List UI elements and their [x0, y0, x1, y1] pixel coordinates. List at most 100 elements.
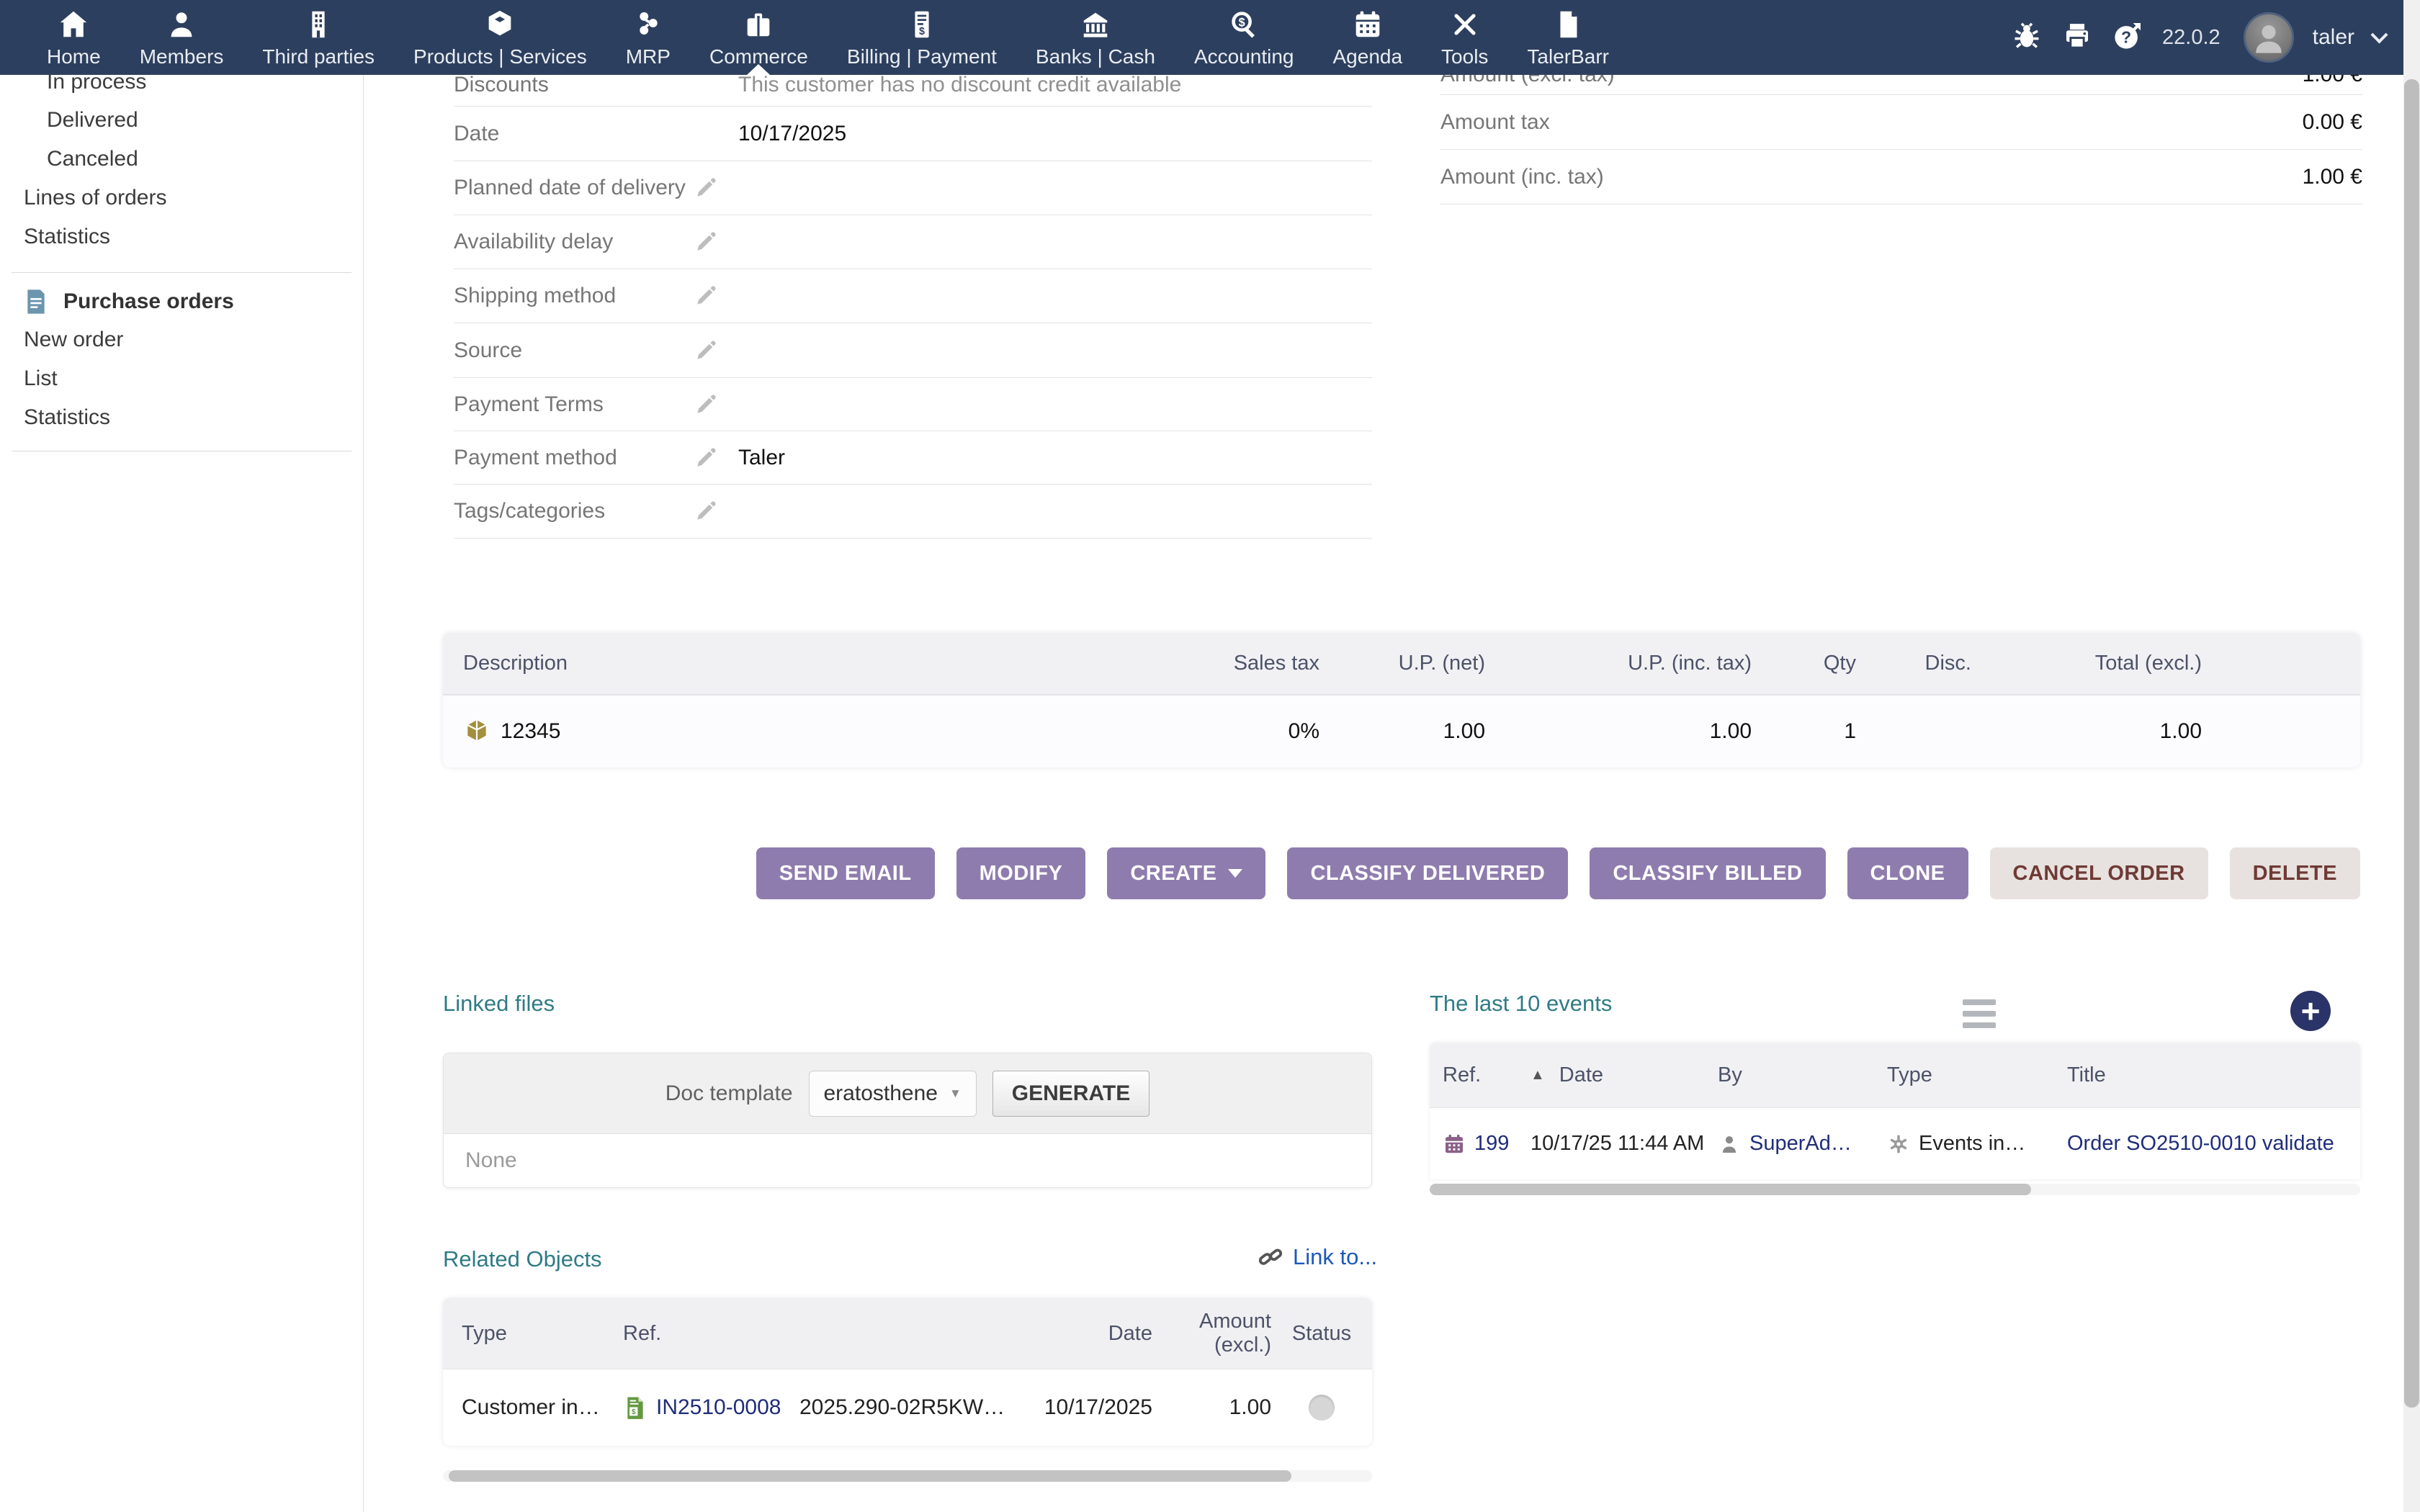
sidebar-item-new-order[interactable]: New order: [24, 328, 123, 352]
total-row-amount-inc: Amount (inc. tax) 1.00 €: [1440, 150, 2362, 204]
user-avatar[interactable]: [2244, 12, 2294, 63]
sidebar-section-purchase-orders[interactable]: Purchase orders: [22, 285, 234, 318]
nav-products-services[interactable]: Products | Services: [394, 0, 606, 75]
purchase-orders-icon: [22, 285, 50, 318]
chevron-down-icon[interactable]: [2370, 26, 2388, 43]
edit-pencil-icon[interactable]: [694, 499, 718, 523]
nav-third-parties[interactable]: Third parties: [243, 0, 394, 75]
events-horizontal-scrollbar[interactable]: [1430, 1184, 2360, 1195]
top-navbar: Home Members Third parties Products | Se…: [0, 0, 2420, 75]
create-caret-icon: [1228, 869, 1242, 878]
event-user-icon: [1718, 1133, 1741, 1156]
create-button[interactable]: CREATE: [1107, 847, 1265, 899]
help-icon[interactable]: ?: [2112, 20, 2143, 55]
edit-pencil-icon[interactable]: [694, 446, 718, 470]
field-row-availability-delay: Availability delay: [454, 215, 1372, 269]
event-title-link[interactable]: Order SO2510-0010 validate: [2067, 1132, 2334, 1156]
events-menu-icon[interactable]: [1963, 999, 1996, 1028]
sidebar-item-delivered[interactable]: Delivered: [47, 108, 138, 132]
field-row-payment-method: Payment method Taler: [454, 431, 1372, 485]
edit-pencil-icon[interactable]: [694, 284, 718, 308]
link-to-action[interactable]: Link to...: [1257, 1243, 1377, 1271]
field-row-source: Source: [454, 323, 1372, 378]
dolibarr-order-page: Home Members Third parties Products | Se…: [0, 0, 2420, 1512]
event-date: 10/17/25 11:44 AM: [1531, 1132, 1718, 1156]
related-type: Customer in…: [443, 1395, 623, 1420]
related-ref-link[interactable]: IN2510-0008: [656, 1395, 781, 1420]
nav-banks-cash[interactable]: Banks | Cash: [1016, 0, 1175, 75]
discounts-value: This customer has no discount credit ava…: [738, 73, 1372, 97]
nav-home[interactable]: Home: [27, 0, 120, 75]
sort-asc-icon: ▲: [1531, 1067, 1545, 1084]
generate-button[interactable]: GENERATE: [992, 1071, 1150, 1117]
send-email-button[interactable]: SEND EMAIL: [756, 847, 935, 899]
related-objects-title: Related Objects: [443, 1246, 602, 1272]
related-objects-header: Type Ref. Date Amount(excl.) Status: [443, 1298, 1372, 1369]
doc-template-label: Doc template: [666, 1081, 793, 1106]
nav-agenda[interactable]: Agenda: [1314, 0, 1422, 75]
field-row-tags-categories: Tags/categories: [454, 485, 1372, 539]
field-row-planned-delivery: Planned date of delivery: [454, 161, 1372, 215]
sidebar-item-lines-of-orders[interactable]: Lines of orders: [24, 186, 166, 210]
print-icon[interactable]: [2061, 20, 2093, 55]
nav-accounting[interactable]: $ Accounting: [1175, 0, 1314, 75]
products-icon: [483, 6, 516, 41]
svg-text:$: $: [632, 1408, 636, 1416]
events-table: Ref. ▲Date By Type Title 199 10/17/25 11…: [1430, 1043, 2360, 1179]
cancel-order-button[interactable]: CANCEL ORDER: [1990, 847, 2208, 899]
scrollbar-thumb[interactable]: [2404, 79, 2419, 1408]
home-icon: [57, 6, 90, 41]
total-row-amount-tax: Amount tax 0.00 €: [1440, 95, 2362, 150]
nav-mrp[interactable]: MRP: [606, 0, 690, 75]
linked-files-empty: None: [444, 1134, 1371, 1187]
related-date: 10/17/2025: [1026, 1395, 1152, 1420]
event-type: Events in…: [1919, 1132, 2025, 1156]
doc-template-select[interactable]: eratosthene ▼: [809, 1071, 977, 1117]
date-value: 10/17/2025: [738, 122, 1372, 146]
events-sort-date[interactable]: ▲Date: [1531, 1063, 1718, 1087]
field-row-payment-terms: Payment Terms: [454, 378, 1372, 431]
linked-files-header: Doc template eratosthene ▼ GENERATE: [444, 1053, 1371, 1134]
edit-pencil-icon[interactable]: [694, 230, 718, 254]
svg-text:$: $: [1239, 16, 1245, 29]
nav-commerce[interactable]: Commerce: [690, 0, 828, 75]
product-ref-link[interactable]: 12345: [501, 719, 560, 744]
payment-method-value: Taler: [738, 446, 1372, 470]
username-label[interactable]: taler: [2313, 25, 2354, 50]
talerbarr-icon: [1551, 6, 1585, 41]
edit-pencil-icon[interactable]: [694, 338, 718, 363]
modify-button[interactable]: MODIFY: [956, 847, 1086, 899]
sidebar-divider: [12, 272, 351, 273]
events-title: The last 10 events: [1430, 991, 1612, 1017]
svg-text:$: $: [919, 26, 925, 37]
accounting-icon: $: [1227, 6, 1260, 41]
clone-button[interactable]: CLONE: [1847, 847, 1968, 899]
version-label: 22.0.2: [2162, 26, 2220, 50]
event-user-link[interactable]: SuperAd…: [1749, 1132, 1852, 1156]
sidebar-item-statistics[interactable]: Statistics: [24, 225, 110, 249]
edit-pencil-icon[interactable]: [694, 176, 718, 200]
related-objects-table: Type Ref. Date Amount(excl.) Status Cust…: [443, 1298, 1372, 1446]
related-horizontal-scrollbar[interactable]: [443, 1470, 1372, 1482]
delete-button[interactable]: DELETE: [2230, 847, 2360, 899]
nav-tools[interactable]: Tools: [1422, 0, 1507, 75]
nav-members[interactable]: Members: [120, 0, 243, 75]
nav-talerbarr[interactable]: TalerBarr: [1507, 0, 1628, 75]
sidebar-item-list[interactable]: List: [24, 366, 58, 391]
classify-delivered-button[interactable]: CLASSIFY DELIVERED: [1287, 847, 1568, 899]
sidebar-item-canceled[interactable]: Canceled: [47, 147, 138, 171]
events-header: Ref. ▲Date By Type Title: [1430, 1043, 2360, 1107]
left-sidebar: In process Delivered Canceled Lines of o…: [0, 75, 364, 1512]
order-lines-table: Description Sales tax U.P. (net) U.P. (i…: [443, 633, 2360, 768]
add-event-button[interactable]: +: [2290, 991, 2331, 1031]
agenda-icon: [1351, 6, 1384, 41]
bug-report-icon[interactable]: [2011, 20, 2043, 55]
event-calendar-icon: [1443, 1133, 1466, 1156]
sidebar-item-po-statistics[interactable]: Statistics: [24, 405, 110, 430]
classify-billed-button[interactable]: CLASSIFY BILLED: [1590, 847, 1825, 899]
edit-pencil-icon[interactable]: [694, 392, 718, 417]
page-vertical-scrollbar[interactable]: [2403, 0, 2420, 1512]
select-caret-icon: ▼: [949, 1086, 962, 1101]
nav-billing-payment[interactable]: $ Billing | Payment: [828, 0, 1016, 75]
event-ref-link[interactable]: 199: [1474, 1132, 1509, 1156]
